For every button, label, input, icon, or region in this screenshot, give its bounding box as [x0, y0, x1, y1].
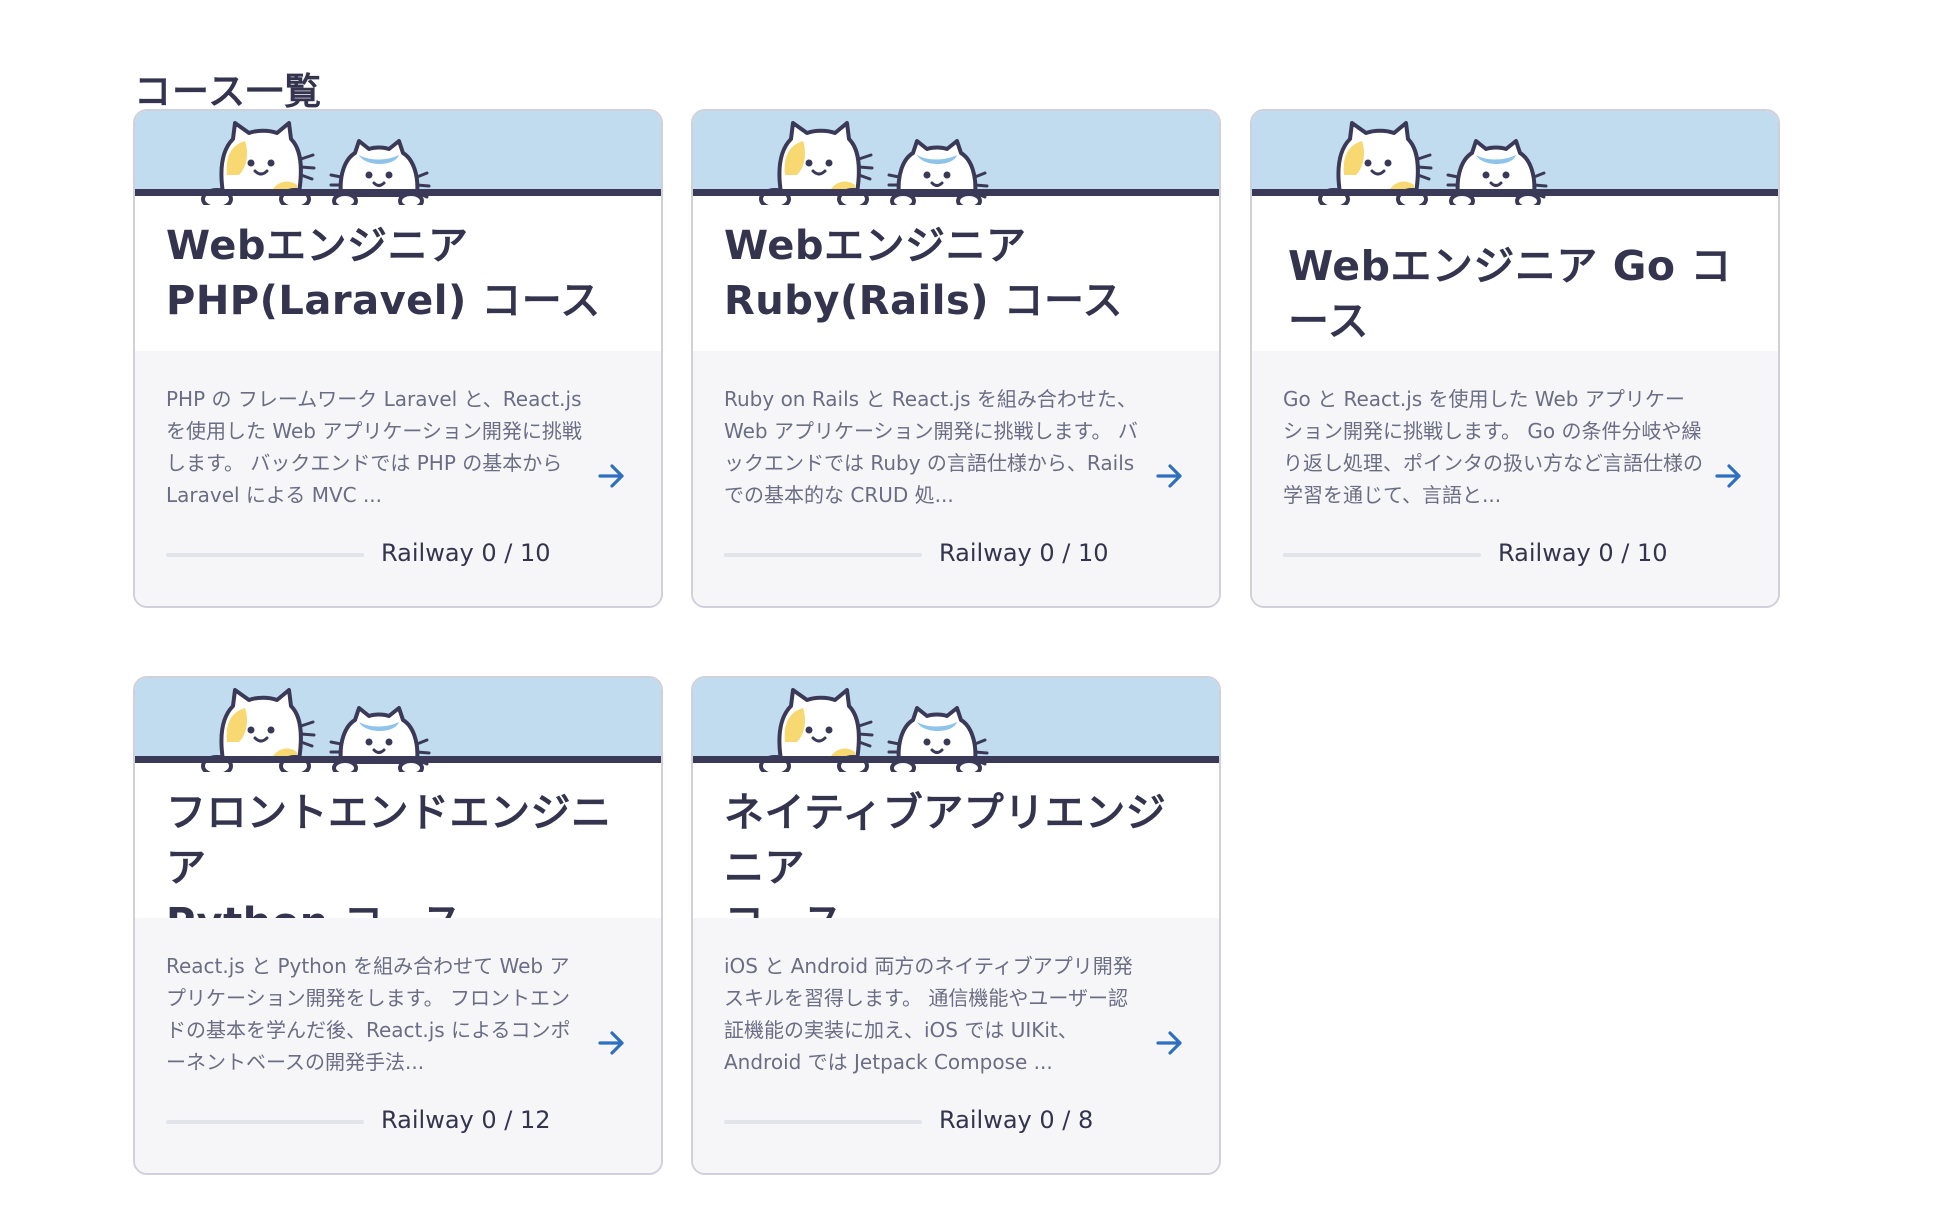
progress-label: Railway 0 / 10: [1498, 539, 1668, 567]
card-header-banner: [693, 111, 1219, 205]
divider: [693, 189, 1219, 196]
progress-bar: [724, 1120, 922, 1124]
course-card[interactable]: Webエンジニア Ruby(Rails) コース Ruby on Rails と…: [691, 109, 1221, 608]
divider: [1252, 189, 1778, 196]
card-body: React.js と Python を組み合わせて Web アプリケーション開発…: [135, 918, 661, 1173]
progress-bar: [724, 553, 922, 557]
card-header-banner: [135, 678, 661, 772]
course-description: PHP の フレームワーク Laravel と、React.js を使用した W…: [166, 387, 582, 507]
progress-bar: [1283, 553, 1481, 557]
card-body: Ruby on Rails と React.js を組み合わせた、Web アプリ…: [693, 351, 1219, 606]
arrow-right-icon[interactable]: [597, 461, 627, 491]
progress-label: Railway 0 / 12: [381, 1106, 551, 1134]
arrow-right-icon[interactable]: [597, 1028, 627, 1058]
arrow-right-icon[interactable]: [1155, 461, 1185, 491]
card-header-banner: [1252, 111, 1778, 205]
card-header-banner: [135, 111, 661, 205]
course-card[interactable]: ネイティブアプリエンジニア コース iOS と Android 両方のネイティブ…: [691, 676, 1221, 1175]
divider: [693, 756, 1219, 763]
course-card[interactable]: フロントエンドエンジニア Python コース React.js と Pytho…: [133, 676, 663, 1175]
course-description: iOS と Android 両方のネイティブアプリ開発スキルを習得します。 通信…: [724, 954, 1133, 1074]
course-title: Webエンジニア Ruby(Rails) コース: [724, 223, 1123, 324]
course-description: Ruby on Rails と React.js を組み合わせた、Web アプリ…: [724, 387, 1138, 507]
card-body: PHP の フレームワーク Laravel と、React.js を使用した W…: [135, 351, 661, 606]
course-card[interactable]: Webエンジニア PHP(Laravel) コース PHP の フレームワーク …: [133, 109, 663, 608]
course-title: Webエンジニア PHP(Laravel) コース: [166, 223, 601, 324]
progress-label: Railway 0 / 10: [381, 539, 551, 567]
course-title: Webエンジニア Go コース: [1288, 242, 1732, 345]
progress-label: Railway 0 / 10: [939, 539, 1109, 567]
progress-bar: [166, 553, 364, 557]
progress-bar: [166, 1120, 364, 1124]
course-description: Go と React.js を使用した Web アプリケーション開発に挑戦します…: [1283, 387, 1703, 507]
arrow-right-icon[interactable]: [1155, 1028, 1185, 1058]
divider: [135, 756, 661, 763]
arrow-right-icon[interactable]: [1714, 461, 1744, 491]
card-body: iOS と Android 両方のネイティブアプリ開発スキルを習得します。 通信…: [693, 918, 1219, 1173]
card-header-banner: [693, 678, 1219, 772]
progress-label: Railway 0 / 8: [939, 1106, 1094, 1134]
card-body: Go と React.js を使用した Web アプリケーション開発に挑戦します…: [1252, 351, 1778, 606]
course-description: React.js と Python を組み合わせて Web アプリケーション開発…: [166, 954, 571, 1074]
divider: [135, 189, 661, 196]
page-title: コース一覧: [134, 69, 323, 113]
course-card[interactable]: Webエンジニア Go コース Go と React.js を使用した Web …: [1250, 109, 1780, 608]
